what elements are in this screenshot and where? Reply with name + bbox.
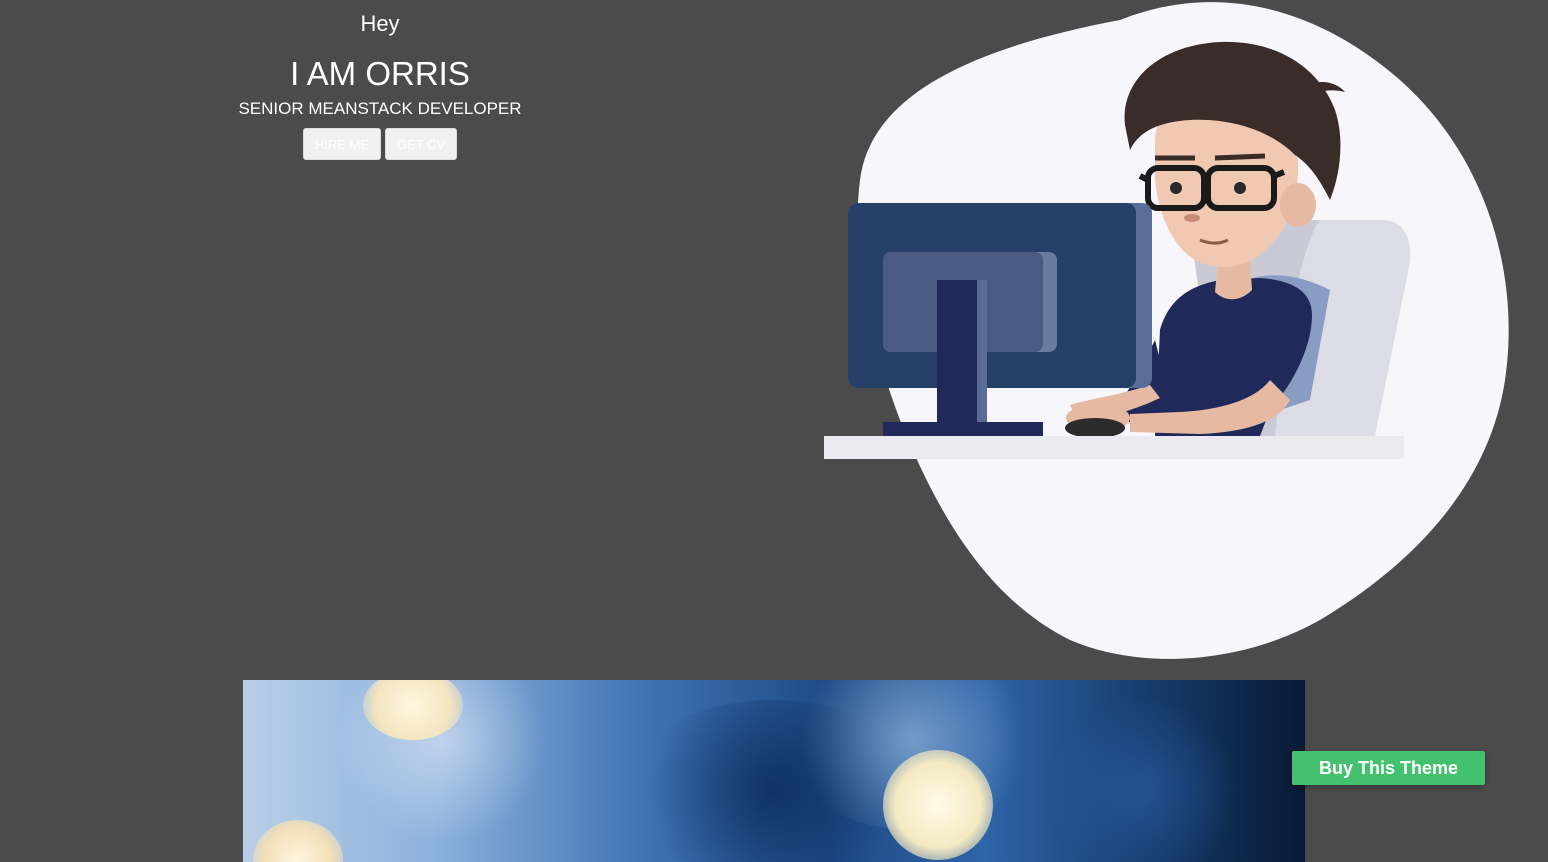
page: Hey I AM ORRIS SENIOR MEANSTACK DEVELOPE… bbox=[0, 0, 1548, 862]
mouse-icon bbox=[1065, 418, 1125, 438]
bokeh-banner-image bbox=[243, 680, 1305, 862]
hero-button-row: HIRE ME GET CV bbox=[230, 128, 530, 160]
hero-section: Hey I AM ORRIS SENIOR MEANSTACK DEVELOPE… bbox=[230, 10, 530, 160]
hero-name: I AM ORRIS bbox=[290, 55, 470, 92]
get-cv-button[interactable]: GET CV bbox=[385, 128, 458, 160]
developer-illustration bbox=[824, 2, 1509, 659]
hero-greeting: Hey bbox=[360, 11, 400, 36]
desk-icon bbox=[824, 436, 1404, 459]
hero-role: SENIOR MEANSTACK DEVELOPER bbox=[238, 99, 522, 118]
hire-me-button[interactable]: HIRE ME bbox=[302, 128, 381, 160]
buy-theme-button[interactable]: Buy This Theme bbox=[1292, 751, 1485, 785]
